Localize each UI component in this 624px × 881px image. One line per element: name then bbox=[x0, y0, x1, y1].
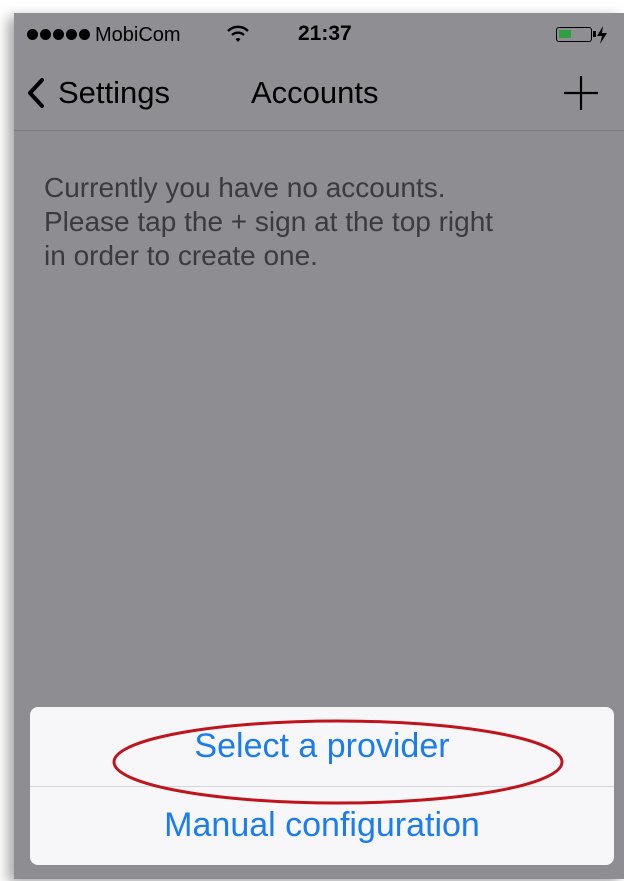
message-line-3: in order to create one. bbox=[44, 240, 318, 271]
message-line-1: Currently you have no accounts. bbox=[44, 172, 446, 203]
chevron-left-icon bbox=[28, 78, 44, 108]
phone-screen: MobiCom 21:37 Settings Accounts Currentl… bbox=[14, 13, 624, 879]
manual-configuration-button[interactable]: Manual configuration bbox=[30, 786, 614, 865]
back-button[interactable]: Settings bbox=[26, 73, 170, 113]
status-bar: MobiCom 21:37 bbox=[14, 13, 624, 57]
carrier-name: MobiCom bbox=[95, 24, 181, 46]
navigation-bar: Settings Accounts bbox=[14, 57, 624, 131]
select-provider-button[interactable]: Select a provider bbox=[30, 707, 614, 787]
empty-state-message: Currently you have no accounts. Please t… bbox=[44, 171, 604, 273]
message-line-2: Please tap the + sign at the top right bbox=[44, 206, 494, 237]
battery-icon bbox=[556, 27, 596, 42]
plus-icon bbox=[564, 76, 598, 110]
back-button-label: Settings bbox=[58, 75, 171, 110]
add-account-button[interactable] bbox=[560, 72, 602, 114]
page-title: Accounts bbox=[251, 75, 379, 110]
charging-bolt-icon bbox=[597, 26, 607, 44]
battery-level bbox=[559, 30, 571, 38]
screenshot-frame: MobiCom 21:37 Settings Accounts Currentl… bbox=[0, 0, 624, 881]
signal-strength-icon bbox=[27, 29, 90, 40]
status-time: 21:37 bbox=[298, 22, 352, 45]
wifi-icon bbox=[227, 25, 249, 42]
action-sheet: Select a provider Manual configuration bbox=[30, 707, 614, 865]
